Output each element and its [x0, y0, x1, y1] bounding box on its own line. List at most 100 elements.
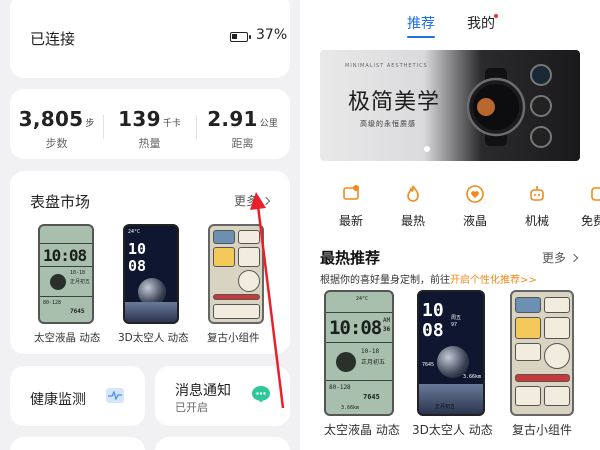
- divider: [40, 296, 92, 297]
- carousel-indicator: [424, 146, 430, 152]
- notify-status: 已开启: [175, 401, 208, 414]
- card[interactable]: [155, 437, 290, 450]
- flame-icon: [407, 185, 419, 202]
- battery-percent: 37%: [256, 27, 288, 43]
- hot-more-link[interactable]: 更多: [542, 249, 579, 266]
- widget-tile: [515, 343, 541, 361]
- face-caption: 3D太空人 动态: [118, 332, 189, 344]
- personalize-link[interactable]: 开启个性化推荐>>: [450, 275, 537, 286]
- face-lunar: 正月初五: [70, 279, 91, 285]
- stat-value: 139: [118, 107, 161, 131]
- stat-value: 3,805: [18, 107, 84, 131]
- tab-active-indicator: [407, 36, 435, 38]
- stat-label: 距离: [231, 137, 254, 150]
- new-badge-icon: [343, 185, 359, 200]
- stat-value: 2.91: [207, 107, 258, 131]
- health-monitor-card[interactable]: 健康监测: [10, 366, 145, 426]
- hot-description: 根据你的喜好量身定制，前往开启个性化推荐>>: [320, 275, 537, 286]
- face-heart-rate: 80-128: [329, 384, 351, 391]
- chevron-right-icon: [569, 253, 579, 263]
- widget-tile: [515, 386, 541, 406]
- stat-calories: 139 千卡 热量: [103, 107, 196, 151]
- watch-face-market-card: 表盘市场 更多 10:08 10-18 正月初五 80-128 7645 24°…: [10, 171, 290, 354]
- notification-dot: [494, 14, 498, 18]
- device-panel: 已连接 37% 3,805 步 步数 139 千卡 热量 2.91 公里 距离 表盘市…: [0, 0, 300, 450]
- face-caption: 太空液晶 动态: [34, 332, 101, 344]
- face-steps: 7645: [422, 362, 435, 368]
- category-mechanical[interactable]: 机械: [507, 184, 567, 229]
- astronaut-icon: [50, 274, 66, 290]
- watch-face-3d-astronaut[interactable]: 24°C 10 08: [123, 224, 179, 324]
- face-date: 10-18: [70, 270, 86, 276]
- category-label: 最热: [400, 214, 425, 228]
- banner-tagline: 高级的永恒质感: [360, 120, 416, 128]
- mountain-graphic: [125, 302, 177, 322]
- tab-recommend[interactable]: 推荐: [407, 13, 435, 33]
- face-heart-rate: 80-128: [43, 300, 62, 306]
- stat-unit: 千卡: [162, 119, 181, 129]
- hot-recommend-title: 最热推荐: [320, 249, 381, 267]
- face-hours: 10: [128, 240, 147, 258]
- market-more-link[interactable]: 更多: [234, 192, 271, 209]
- banner-subtitle: MINIMALIST AESTHETICS: [345, 63, 428, 69]
- watch-face-lcd[interactable]: 24°C 10:08 AM 36 10-18 正月初五 80-128 7645 …: [324, 290, 394, 416]
- face-temperature: 24°C: [356, 296, 369, 302]
- card[interactable]: [10, 437, 145, 450]
- face-lunar: 正月初五: [435, 404, 456, 410]
- widget-tile: [544, 297, 570, 313]
- smiley-icon: [213, 247, 235, 267]
- category-hot[interactable]: 最热: [383, 184, 443, 229]
- heart-icon: [466, 185, 484, 203]
- widget-tile: [213, 230, 235, 244]
- stat-steps: 3,805 步 步数: [10, 107, 103, 151]
- connection-card[interactable]: 已连接 37%: [10, 0, 290, 78]
- category-new[interactable]: 最新: [321, 184, 381, 229]
- heartbeat-icon: [106, 388, 124, 403]
- face-time: 10:08: [329, 317, 382, 339]
- watch-face-3d-astronaut[interactable]: 10 08 周五 97 7645 3.66km 正月初五: [417, 290, 485, 416]
- face-weekday: 周五: [451, 315, 462, 321]
- banner-title: 极简美学: [348, 90, 441, 115]
- tab-mine[interactable]: 我的: [467, 13, 495, 33]
- face-temperature: 24°C: [128, 229, 141, 235]
- watch-face-store-panel: 推荐 我的 MINIMALIST AESTHETICS 极简美学 高级的永恒质感…: [300, 0, 600, 450]
- widget-tile: [238, 230, 260, 244]
- face-minutes: 08: [128, 257, 147, 275]
- face-caption: 太空液晶 动态: [324, 423, 400, 437]
- mini-watch-icon: [530, 126, 552, 148]
- widget-tile: [213, 304, 260, 319]
- category-free[interactable]: 免费专: [569, 184, 600, 229]
- smiley-icon: [515, 317, 541, 339]
- astronaut-icon: [336, 352, 356, 372]
- mini-watch-icon: [530, 95, 552, 117]
- face-steps: 7645: [70, 308, 85, 315]
- widget-banner: [515, 374, 570, 382]
- category-lcd[interactable]: 液晶: [445, 184, 505, 229]
- face-date: 10-18: [361, 348, 380, 355]
- robot-icon: [530, 186, 544, 201]
- widget-banner: [213, 294, 260, 300]
- face-steps: 7645: [363, 393, 380, 401]
- divider: [326, 380, 392, 381]
- free-icon: [591, 187, 600, 201]
- divider: [326, 312, 392, 313]
- divider: [326, 342, 392, 343]
- face-seconds: 36: [383, 326, 391, 333]
- message-notify-card[interactable]: 消息通知 已开启: [155, 366, 290, 426]
- activity-stats-card[interactable]: 3,805 步 步数 139 千卡 热量 2.91 公里 距离: [10, 89, 290, 159]
- more-label: 更多: [542, 251, 567, 265]
- face-distance: 3.66km: [463, 374, 482, 380]
- clock-icon: [544, 343, 570, 369]
- chevron-right-icon: [261, 196, 271, 206]
- divider: [40, 243, 92, 244]
- mini-watch-icon: [530, 64, 552, 86]
- watch-face-retro-widgets[interactable]: [510, 290, 574, 416]
- market-title: 表盘市场: [30, 193, 91, 211]
- clock-icon: [238, 270, 260, 292]
- watch-face-retro-widgets[interactable]: [208, 224, 264, 324]
- watch-face-lcd[interactable]: 10:08 10-18 正月初五 80-128 7645: [38, 224, 94, 324]
- promo-banner[interactable]: MINIMALIST AESTHETICS 极简美学 高级的永恒质感: [320, 50, 580, 161]
- stat-unit: 公里: [259, 119, 278, 129]
- face-lunar: 正月初五: [361, 359, 386, 366]
- widget-tile: [238, 247, 260, 267]
